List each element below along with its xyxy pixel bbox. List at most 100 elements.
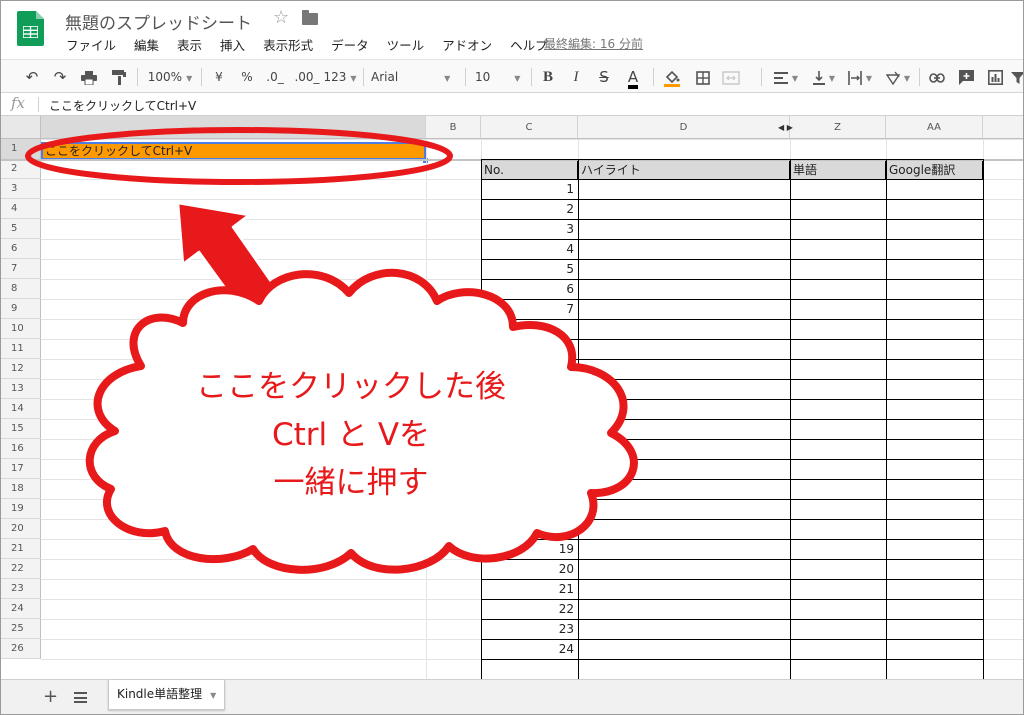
menu-edit[interactable]: 編集 bbox=[125, 35, 168, 55]
vertical-align-icon[interactable]: ▼ bbox=[809, 66, 839, 88]
column-header-z[interactable]: Z bbox=[790, 116, 886, 139]
paint-format-icon[interactable] bbox=[109, 66, 129, 88]
spreadsheet-window: 無題のスプレッドシート ☆ ファイル 編集 表示 挿入 表示形式 データ ツール… bbox=[0, 0, 1024, 715]
menu-data[interactable]: データ bbox=[322, 35, 378, 55]
text-rotation-icon[interactable]: ▼ bbox=[883, 66, 913, 88]
row-header[interactable]: 14 bbox=[1, 399, 41, 419]
table-cell-no[interactable]: 18 bbox=[481, 519, 577, 539]
row-header[interactable]: 9 bbox=[1, 299, 41, 319]
all-sheets-list-icon[interactable] bbox=[74, 692, 87, 703]
column-header-a[interactable] bbox=[41, 116, 426, 139]
font-select[interactable]: Arial ▼ bbox=[371, 66, 455, 88]
text-color-icon[interactable]: A bbox=[623, 66, 643, 89]
formula-input[interactable]: ここをクリックしてCtrl+V bbox=[49, 97, 196, 114]
row-header[interactable]: 22 bbox=[1, 559, 41, 579]
row-header[interactable]: 18 bbox=[1, 479, 41, 499]
table-cell-no[interactable]: 6 bbox=[481, 279, 577, 299]
menu-addons[interactable]: アドオン bbox=[433, 35, 501, 55]
row-header[interactable]: 4 bbox=[1, 199, 41, 219]
table-cell-no[interactable]: 7 bbox=[481, 299, 577, 319]
print-icon[interactable] bbox=[79, 66, 99, 88]
currency-button[interactable]: ¥ bbox=[209, 66, 229, 88]
menu-tools[interactable]: ツール bbox=[378, 35, 434, 55]
row-header[interactable]: 23 bbox=[1, 579, 41, 599]
percent-button[interactable]: % bbox=[237, 66, 257, 88]
table-cell-no[interactable]: 20 bbox=[481, 559, 577, 579]
row-header[interactable]: 3 bbox=[1, 179, 41, 199]
table-cell-no[interactable]: 21 bbox=[481, 579, 577, 599]
table-cell-no[interactable]: 4 bbox=[481, 239, 577, 259]
last-edit-link[interactable]: 最終編集: 16 分前 bbox=[544, 35, 643, 52]
row-header[interactable]: 21 bbox=[1, 539, 41, 559]
row-header[interactable]: 12 bbox=[1, 359, 41, 379]
zoom-select[interactable]: 100% ▼ bbox=[145, 66, 195, 88]
row-header[interactable]: 24 bbox=[1, 599, 41, 619]
undo-icon[interactable]: ↶ bbox=[23, 66, 41, 88]
row-header[interactable]: 2 bbox=[1, 159, 41, 179]
table-cell-no[interactable]: 3 bbox=[481, 219, 577, 239]
filter-icon[interactable] bbox=[1011, 66, 1023, 88]
menu-insert[interactable]: 挿入 bbox=[211, 35, 254, 55]
formula-bar: fx ここをクリックしてCtrl+V bbox=[1, 93, 1023, 116]
row-header[interactable]: 5 bbox=[1, 219, 41, 239]
table-cell-no[interactable]: 2 bbox=[481, 199, 577, 219]
table-border bbox=[481, 439, 983, 440]
row-header[interactable]: 16 bbox=[1, 439, 41, 459]
star-icon[interactable]: ☆ bbox=[273, 7, 289, 28]
table-cell-no[interactable]: 23 bbox=[481, 619, 577, 639]
insert-chart-icon[interactable] bbox=[985, 66, 1005, 88]
sheets-logo-icon[interactable] bbox=[17, 11, 44, 46]
insert-comment-icon[interactable] bbox=[956, 66, 976, 88]
table-cell-no[interactable]: 22 bbox=[481, 599, 577, 619]
column-header-b[interactable]: B bbox=[426, 116, 481, 139]
horizontal-align-icon[interactable]: ▼ bbox=[771, 66, 801, 88]
bold-icon[interactable]: B bbox=[539, 66, 557, 88]
row-header[interactable]: 15 bbox=[1, 419, 41, 439]
table-cell-no[interactable]: 19 bbox=[481, 539, 577, 559]
row-header[interactable]: 26 bbox=[1, 639, 41, 659]
add-sheet-button[interactable]: + bbox=[43, 688, 58, 706]
chevron-down-icon[interactable]: ▼ bbox=[210, 691, 216, 700]
table-border bbox=[481, 499, 983, 500]
strikethrough-icon[interactable]: S bbox=[595, 66, 613, 88]
select-all-corner[interactable] bbox=[1, 116, 41, 139]
cell-a1[interactable]: ここをクリックしてCtrl+V bbox=[41, 142, 426, 160]
row-header[interactable]: 7 bbox=[1, 259, 41, 279]
row-header[interactable]: 11 bbox=[1, 339, 41, 359]
column-header-d[interactable]: D bbox=[578, 116, 790, 139]
toolbar-divider bbox=[761, 68, 762, 86]
decrease-decimal-button[interactable]: .0_ bbox=[263, 66, 287, 88]
menu-view[interactable]: 表示 bbox=[168, 35, 211, 55]
row-header[interactable]: 17 bbox=[1, 459, 41, 479]
hidden-columns-arrows-icon[interactable]: ◀ ▶ bbox=[778, 123, 793, 132]
row-header[interactable]: 20 bbox=[1, 519, 41, 539]
text-wrap-icon[interactable]: ▼ bbox=[845, 66, 875, 88]
increase-decimal-button[interactable]: .00_ bbox=[293, 66, 321, 88]
menu-file[interactable]: ファイル bbox=[57, 35, 125, 55]
merge-cells-icon[interactable] bbox=[719, 66, 743, 88]
table-border bbox=[886, 159, 887, 679]
row-header[interactable]: 6 bbox=[1, 239, 41, 259]
row-header[interactable]: 8 bbox=[1, 279, 41, 299]
fill-color-icon[interactable] bbox=[661, 66, 683, 88]
row-header[interactable]: 19 bbox=[1, 499, 41, 519]
italic-icon[interactable]: I bbox=[567, 66, 585, 88]
sheet-tab-kindle[interactable]: Kindle単語整理 ▼ bbox=[108, 680, 226, 710]
redo-icon[interactable]: ↷ bbox=[51, 66, 69, 88]
column-header-aa[interactable]: AA bbox=[886, 116, 983, 139]
borders-icon[interactable] bbox=[693, 66, 713, 88]
row-header[interactable]: 1 bbox=[1, 139, 41, 159]
table-cell-no[interactable]: 5 bbox=[481, 259, 577, 279]
row-header[interactable]: 13 bbox=[1, 379, 41, 399]
table-cell-no[interactable]: 24 bbox=[481, 639, 577, 659]
table-cell-no[interactable]: 1 bbox=[481, 179, 577, 199]
column-header-c[interactable]: C bbox=[481, 116, 578, 139]
row-header[interactable]: 10 bbox=[1, 319, 41, 339]
more-formats-select[interactable]: 123 ▼ bbox=[323, 66, 357, 88]
document-title[interactable]: 無題のスプレッドシート bbox=[65, 9, 252, 34]
folder-icon[interactable] bbox=[302, 10, 318, 25]
menu-format[interactable]: 表示形式 bbox=[254, 35, 322, 55]
row-header[interactable]: 25 bbox=[1, 619, 41, 639]
font-size-select[interactable]: 10 ▼ bbox=[475, 66, 525, 88]
insert-link-icon[interactable] bbox=[927, 66, 947, 88]
